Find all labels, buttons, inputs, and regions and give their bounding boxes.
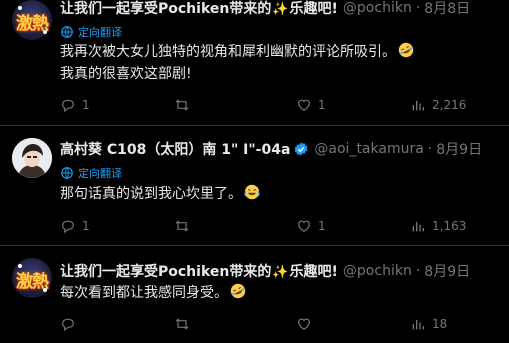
views-count: 2,216	[432, 98, 467, 112]
like-icon	[298, 318, 310, 331]
avatar[interactable]: 激熱	[12, 258, 52, 298]
separator-dot: ·	[415, 263, 421, 279]
post-line: 我真的很喜欢这部剧!	[60, 66, 192, 82]
like-icon	[298, 220, 310, 233]
reply-icon	[62, 318, 74, 332]
post-date[interactable]: 8月9日	[436, 139, 482, 159]
repost-icon	[175, 318, 189, 330]
post-header: 让我们一起享受Pochiken带来的✨乐趣吧! @pochikn · 8月9日	[60, 261, 470, 281]
post-body: 那句话真的说到我心坎里了。	[60, 183, 260, 205]
display-name[interactable]: 让我们一起享受Pochiken带来的✨乐趣吧!	[60, 261, 338, 281]
translate-label: 定向翻译	[78, 26, 122, 39]
avatar-sparkle-icon	[18, 264, 22, 268]
verified-badge-icon	[295, 142, 308, 156]
separator-dot: ·	[427, 141, 433, 157]
display-name[interactable]: 让我们一起享受Pochiken带来的✨乐趣吧!	[60, 0, 338, 18]
action-bar: 1 1 1,163	[60, 218, 500, 238]
rofl-emoji-icon	[230, 283, 246, 299]
avatar-sparkle-icon	[43, 30, 47, 34]
rofl-emoji-icon	[398, 42, 414, 58]
avatar-sparkle-icon	[43, 288, 47, 292]
reply-button[interactable]	[60, 316, 82, 332]
post-line: 那句话真的说到我心坎里了。	[60, 186, 242, 202]
handle[interactable]: @pochikn	[343, 0, 412, 16]
reply-count: 1	[82, 219, 90, 233]
repost-button[interactable]	[174, 218, 196, 234]
translate-icon	[61, 167, 73, 179]
translate-label: 定向翻译	[78, 167, 122, 180]
post-1[interactable]: 激熱 让我们一起享受Pochiken带来的✨乐趣吧! @pochikn · 8月…	[0, 0, 509, 125]
views-count: 1,163	[432, 219, 467, 233]
reply-button[interactable]: 1	[60, 97, 90, 113]
post-3[interactable]: 激熱 让我们一起享受Pochiken带来的✨乐趣吧! @pochikn · 8月…	[0, 246, 509, 343]
display-name[interactable]: 高村葵 C108（太阳）南 1" I"-04a	[60, 139, 290, 159]
joy-emoji-icon	[244, 184, 260, 200]
views-icon	[412, 222, 424, 232]
like-button[interactable]	[296, 316, 318, 332]
views-icon	[412, 101, 424, 111]
avatar[interactable]	[12, 138, 52, 178]
action-bar: 18	[60, 316, 500, 336]
post-2[interactable]: 高村葵 C108（太阳）南 1" I"-04a @aoi_takamura · …	[0, 126, 509, 244]
views-count: 18	[432, 317, 448, 331]
separator-dot: ·	[415, 0, 421, 16]
post-date[interactable]: 8月8日	[424, 0, 470, 18]
views-icon	[412, 320, 424, 330]
sparkles-icon: ✨	[272, 265, 289, 280]
repost-icon	[175, 220, 189, 232]
avatar[interactable]: 激熱	[12, 0, 52, 40]
views-button[interactable]: 18	[410, 316, 447, 332]
repost-icon	[175, 99, 189, 111]
handle[interactable]: @aoi_takamura	[314, 141, 423, 157]
translate-link[interactable]: 定向翻译	[60, 24, 122, 40]
repost-button[interactable]	[174, 316, 196, 332]
person-avatar-icon	[12, 138, 52, 178]
reply-count: 1	[82, 98, 90, 112]
post-body: 每次看到都让我感同身受。	[60, 282, 246, 304]
like-count: 1	[318, 98, 326, 112]
post-body: 我再次被大女儿独特的视角和犀利幽默的评论所吸引。 我真的很喜欢这部剧!	[60, 41, 414, 85]
repost-button[interactable]	[174, 97, 196, 113]
action-bar: 1 1 2,216	[60, 97, 500, 117]
post-header: 高村葵 C108（太阳）南 1" I"-04a @aoi_takamura · …	[60, 139, 482, 159]
reply-icon	[62, 99, 74, 113]
translate-icon	[61, 26, 73, 38]
post-line: 我再次被大女儿独特的视角和犀利幽默的评论所吸引。	[60, 44, 396, 60]
post-date[interactable]: 8月9日	[424, 261, 470, 281]
like-button[interactable]: 1	[296, 97, 326, 113]
avatar-sparkle-icon	[18, 6, 22, 10]
display-name-text: 让我们一起享受Pochiken带来的	[60, 264, 272, 280]
reply-button[interactable]: 1	[60, 218, 90, 234]
post-header: 让我们一起享受Pochiken带来的✨乐趣吧! @pochikn · 8月8日	[60, 0, 470, 18]
views-button[interactable]: 2,216	[410, 97, 466, 113]
display-name-suffix: 乐趣吧!	[289, 264, 338, 280]
display-name-text: 让我们一起享受Pochiken带来的	[60, 1, 272, 17]
display-name-suffix: 乐趣吧!	[289, 1, 338, 17]
post-line: 每次看到都让我感同身受。	[60, 285, 228, 301]
sparkles-icon: ✨	[272, 2, 289, 17]
handle[interactable]: @pochikn	[343, 263, 412, 279]
like-button[interactable]: 1	[296, 218, 326, 234]
translate-link[interactable]: 定向翻译	[60, 165, 122, 181]
like-count: 1	[318, 219, 326, 233]
reply-icon	[62, 220, 74, 234]
views-button[interactable]: 1,163	[410, 218, 466, 234]
like-icon	[298, 99, 310, 112]
